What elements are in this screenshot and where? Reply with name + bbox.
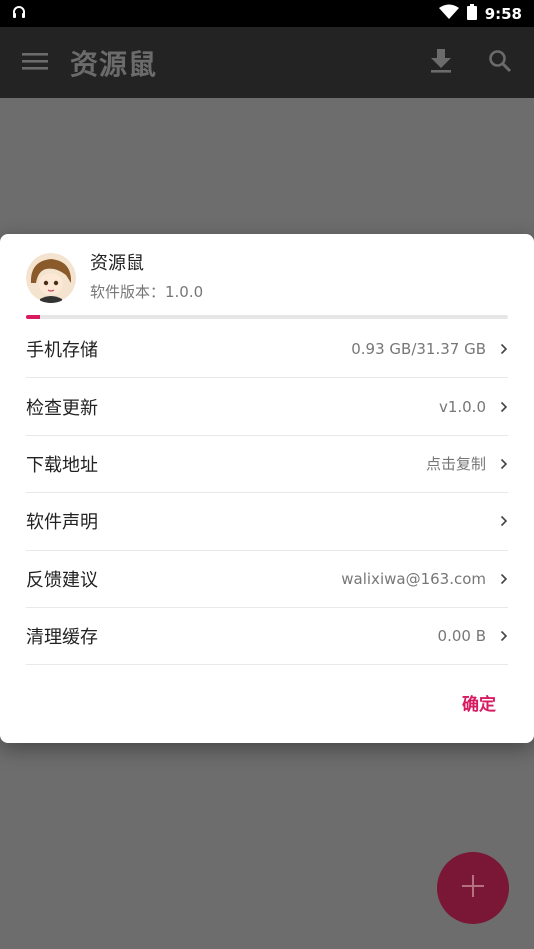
chevron-right-icon	[500, 343, 508, 355]
app-bar: 资源鼠	[0, 27, 534, 98]
chevron-right-icon	[500, 515, 508, 527]
row-check-update[interactable]: 检查更新 v1.0.0	[26, 378, 508, 436]
row-label: 软件声明	[26, 512, 98, 534]
app-avatar	[26, 253, 76, 303]
storage-progress-fill	[26, 315, 41, 319]
row-label: 检查更新	[26, 397, 98, 419]
confirm-button[interactable]: 确定	[462, 690, 496, 715]
battery-icon	[466, 3, 477, 24]
dialog-header: 资源鼠 软件版本：1.0.0	[26, 252, 508, 304]
chevron-right-icon	[500, 630, 508, 642]
version-text: 软件版本：1.0.0	[90, 283, 204, 301]
about-dialog: 资源鼠 软件版本：1.0.0 手机存储 0.93 GB/31.37 GB 检查更…	[0, 234, 534, 743]
row-label: 清理缓存	[26, 627, 98, 649]
row-feedback[interactable]: 反馈建议 walixiwa@163.com	[26, 551, 508, 608]
wifi-icon	[438, 4, 459, 24]
chevron-right-icon	[500, 401, 508, 413]
search-icon[interactable]	[488, 49, 512, 77]
plus-icon	[462, 875, 484, 901]
row-label: 反馈建议	[26, 569, 98, 591]
headset-icon	[12, 5, 26, 23]
add-fab-button[interactable]	[437, 852, 509, 924]
row-clear-cache[interactable]: 清理缓存 0.00 B	[26, 608, 508, 666]
row-software-statement[interactable]: 软件声明	[26, 493, 508, 551]
app-title: 资源鼠	[70, 47, 158, 81]
settings-list: 手机存储 0.93 GB/31.37 GB 检查更新 v1.0.0 下载地址 点…	[26, 321, 508, 666]
hamburger-menu-icon[interactable]	[22, 51, 48, 75]
row-label: 手机存储	[26, 340, 98, 362]
row-value: 0.00 B	[437, 627, 486, 646]
status-bar: 9:58	[0, 0, 534, 27]
row-value: 0.93 GB/31.37 GB	[351, 340, 486, 359]
row-value: walixiwa@163.com	[341, 569, 486, 588]
row-phone-storage[interactable]: 手机存储 0.93 GB/31.37 GB	[26, 321, 508, 379]
storage-progress-bar	[26, 315, 508, 319]
row-label: 下载地址	[26, 454, 98, 476]
dialog-title: 资源鼠	[90, 253, 144, 274]
row-value: v1.0.0	[438, 397, 486, 416]
chevron-right-icon	[500, 458, 508, 470]
row-value: 点击复制	[425, 455, 486, 474]
download-icon[interactable]	[430, 48, 452, 77]
status-time: 9:58	[484, 4, 522, 23]
row-download-address[interactable]: 下载地址 点击复制	[26, 436, 508, 494]
chevron-right-icon	[500, 573, 508, 585]
